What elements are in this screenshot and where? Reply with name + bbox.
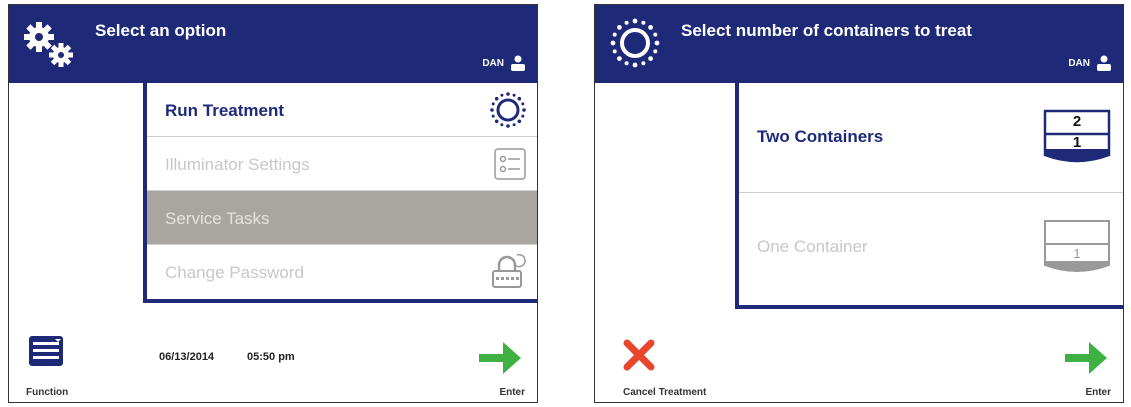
container-bottom-count: 1 <box>1073 246 1081 261</box>
user-icon <box>511 55 525 71</box>
settings-list-icon <box>494 148 526 180</box>
option-label: One Container <box>757 237 868 256</box>
lock-password-icon <box>492 253 526 288</box>
option-one-container[interactable]: One Container 1 <box>739 193 1123 305</box>
date-display: 06/13/2014 <box>159 351 215 363</box>
treatment-sun-icon <box>601 9 669 77</box>
header-bar: Select number of containers to treat DAN <box>595 5 1123 83</box>
menu-item-label: Run Treatment <box>165 101 285 120</box>
user-icon <box>1097 55 1111 71</box>
function-menu-icon[interactable] <box>28 335 64 367</box>
menu-item-change-password[interactable]: Change Password <box>147 245 537 299</box>
page-title: Select number of containers to treat <box>681 21 972 40</box>
option-label: Two Containers <box>757 127 884 146</box>
user-indicator[interactable]: DAN <box>1068 55 1113 71</box>
select-containers-screen: Select number of containers to treat DAN… <box>594 4 1124 403</box>
option-two-containers[interactable]: Two Containers 2 1 <box>739 83 1123 193</box>
container-options-menu: Two Containers 2 1 One Container 1 <box>735 83 1123 309</box>
gears-icon <box>15 9 83 77</box>
menu-item-run-treatment[interactable]: Run Treatment <box>147 83 537 137</box>
header-bar: Select an option DAN <box>9 5 537 83</box>
menu-item-illuminator-settings[interactable]: Illuminator Settings <box>147 137 537 191</box>
one-container-icon: 1 <box>1043 219 1111 277</box>
user-name: DAN <box>482 57 504 69</box>
treatment-sun-icon <box>490 92 526 128</box>
container-bottom-count: 1 <box>1072 134 1082 151</box>
options-menu: Run Treatment Illuminator Settings Servi… <box>143 83 537 303</box>
menu-item-label: Illuminator Settings <box>165 155 310 174</box>
menu-item-label: Change Password <box>165 263 304 282</box>
select-option-screen: Select an option DAN Run Treatment Illum… <box>8 4 538 403</box>
container-top-count: 2 <box>1072 113 1082 130</box>
time-display: 05:50 pm <box>247 351 295 363</box>
enter-button-label[interactable]: Enter <box>499 387 525 398</box>
menu-item-service-tasks[interactable]: Service Tasks <box>147 191 537 245</box>
enter-arrow-icon[interactable] <box>477 339 523 377</box>
cancel-x-icon[interactable] <box>621 337 657 373</box>
cancel-treatment-button-label[interactable]: Cancel Treatment <box>623 387 706 398</box>
page-title: Select an option <box>95 21 227 40</box>
menu-item-label: Service Tasks <box>165 209 270 228</box>
function-button-label[interactable]: Function <box>26 387 68 398</box>
two-containers-icon: 2 1 <box>1043 109 1111 167</box>
user-indicator[interactable]: DAN <box>482 55 527 71</box>
user-name: DAN <box>1068 57 1090 69</box>
enter-button-label[interactable]: Enter <box>1085 387 1111 398</box>
enter-arrow-icon[interactable] <box>1063 339 1109 377</box>
